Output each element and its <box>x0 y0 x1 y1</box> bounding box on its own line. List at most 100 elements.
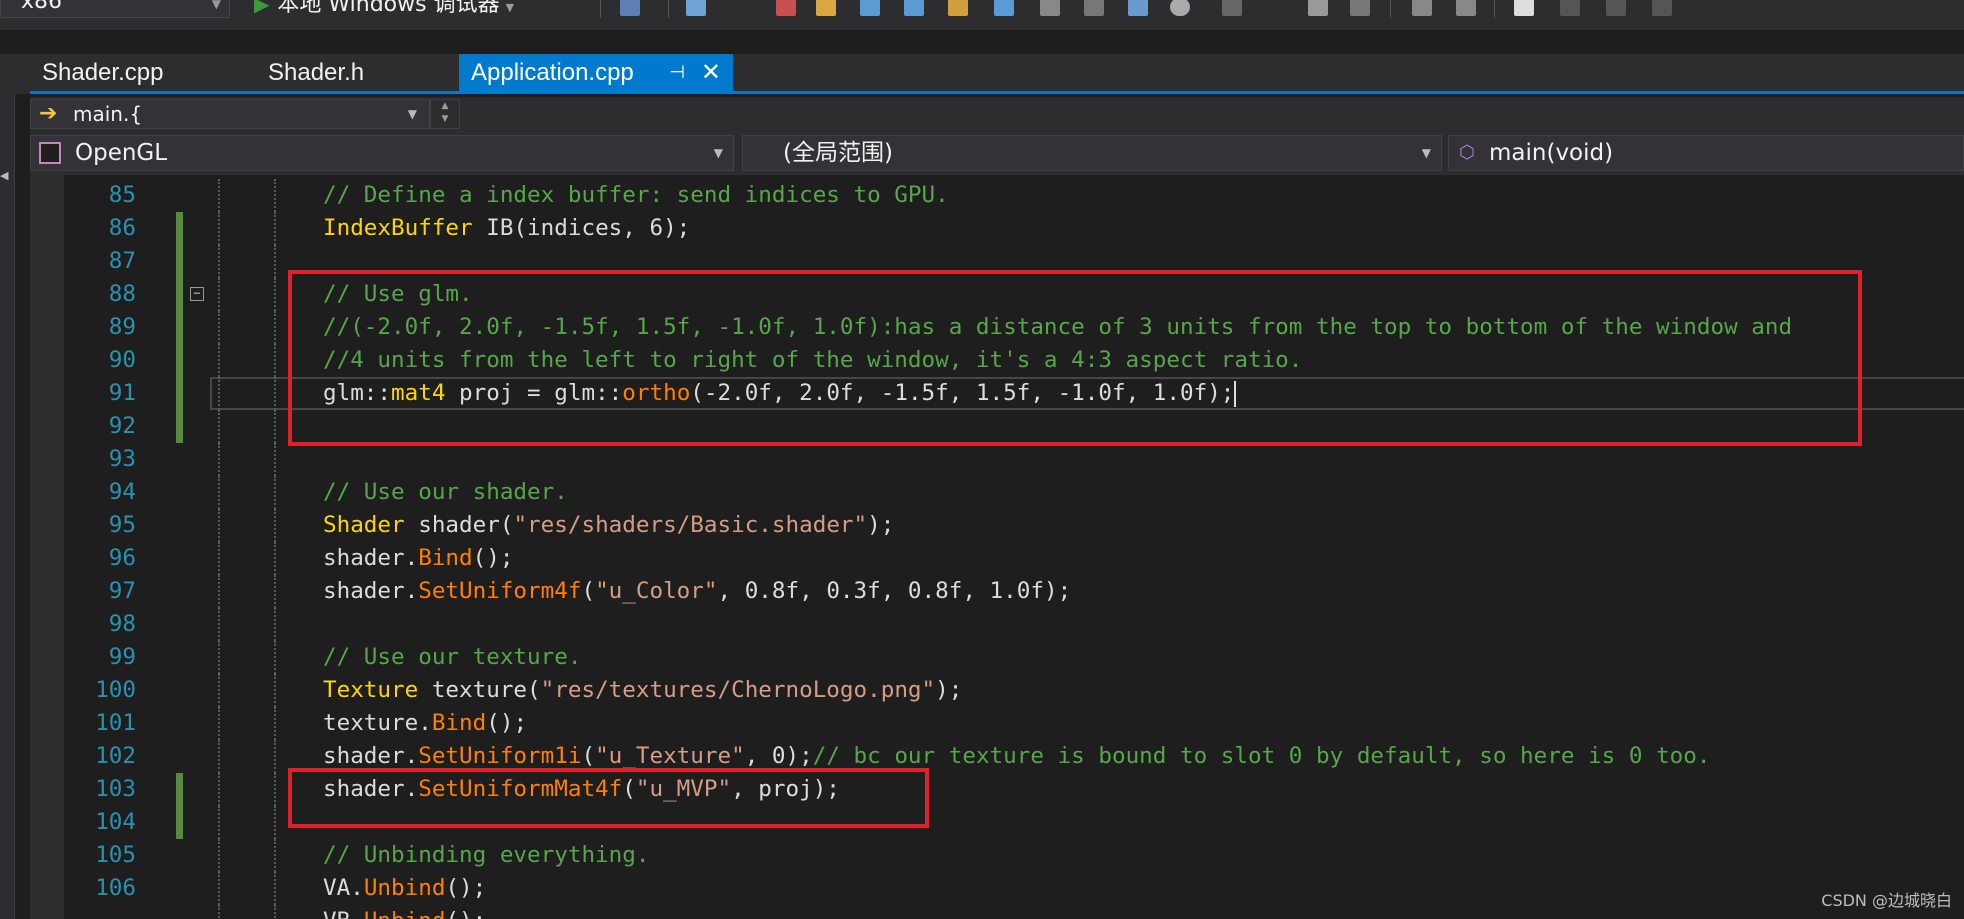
chevron-down-icon: ▼ <box>407 107 417 121</box>
search-icon[interactable] <box>860 0 880 16</box>
line-number: 104 <box>95 809 136 835</box>
code-line[interactable]: 94 // Use our shader. <box>64 476 1964 509</box>
code-line[interactable]: VB.Unbind(); <box>64 905 1964 919</box>
code-token: shader. <box>323 776 419 802</box>
close-icon[interactable]: ✕ <box>701 54 721 91</box>
code-line[interactable]: 103 shader.SetUniformMat4f("u_MVP", proj)… <box>64 773 1964 806</box>
tab-shader-cpp[interactable]: Shader.cpp <box>30 54 250 91</box>
project-dropdown[interactable]: OpenGL ▼ <box>30 135 734 171</box>
code-line[interactable]: 93 <box>64 443 1964 476</box>
window-icon[interactable] <box>1128 0 1148 16</box>
left-tool-strip: ◀ <box>0 54 15 919</box>
scope-dropdown[interactable]: (全局范围) ▼ <box>742 135 1442 171</box>
code-line[interactable]: 88 − // Use glm. <box>64 278 1964 311</box>
code-token: IndexBuffer <box>323 215 473 241</box>
start-debugging-button[interactable]: ▶ 本地 Windows 调试器 ▼ <box>254 0 514 18</box>
code-line[interactable]: 90 //4 units from the left to right of th… <box>64 344 1964 377</box>
toolbar-separator <box>1390 0 1391 18</box>
clear-bookmarks-icon[interactable] <box>1652 0 1672 16</box>
indent-guide <box>274 806 276 839</box>
stack-frame-spinner[interactable]: ▲ ▼ <box>430 99 460 129</box>
format-icon[interactable] <box>1222 0 1242 16</box>
indent-guide <box>218 278 220 311</box>
code-token: texture( <box>418 677 541 703</box>
code-token: (-2.0f, 2.0f, -1.5f, 1.5f, -1.0f, 1.0f); <box>690 380 1235 406</box>
code-token: VB. <box>323 908 364 919</box>
code-token: IB(indices, 6); <box>472 215 691 241</box>
code-line[interactable]: 106 VA.Unbind(); <box>64 872 1964 905</box>
comment-icon[interactable] <box>1308 0 1328 16</box>
tab-shader-h[interactable]: Shader.h <box>256 54 456 91</box>
code-line[interactable]: 87 <box>64 245 1964 278</box>
uncomment-icon[interactable] <box>1350 0 1370 16</box>
code-line[interactable]: 89 //(-2.0f, 2.0f, -1.5f, 1.5f, -1.0f, 1.… <box>64 311 1964 344</box>
code-line[interactable]: 104 <box>64 806 1964 839</box>
collapse-region-icon[interactable]: − <box>190 287 204 301</box>
stack-frame-dropdown[interactable]: ➔ main.{ ▼ <box>30 99 430 129</box>
code-line[interactable]: 91 glm::mat4 proj = glm::ortho(-2.0f, 2.0… <box>64 377 1964 410</box>
zoom-icon[interactable] <box>904 0 924 16</box>
home-icon[interactable] <box>686 0 706 16</box>
tab-label: Shader.cpp <box>42 59 164 86</box>
code-token: mat4 <box>391 380 446 406</box>
code-text: // Use glm. <box>323 278 473 311</box>
record-icon[interactable] <box>1170 0 1190 16</box>
gear-icon[interactable] <box>776 0 796 16</box>
indent-guide <box>274 872 276 905</box>
find-icon[interactable] <box>620 0 640 16</box>
code-token: "res/textures/ChernoLogo.png" <box>540 677 936 703</box>
member-dropdown[interactable]: ⬡ main(void) <box>1448 135 1964 171</box>
code-line[interactable]: 102 shader.SetUniform1i("u_Texture", 0);/… <box>64 740 1964 773</box>
line-number: 87 <box>108 248 136 274</box>
change-marker <box>176 212 183 245</box>
code-line[interactable]: 96 shader.Bind(); <box>64 542 1964 575</box>
line-number: 102 <box>95 743 136 769</box>
collapse-icon[interactable]: ◀ <box>0 169 8 182</box>
member-value: main(void) <box>1489 140 1614 166</box>
indent-guide <box>274 740 276 773</box>
code-line[interactable]: 99 // Use our texture. <box>64 641 1964 674</box>
select-icon[interactable] <box>1040 0 1060 16</box>
code-text: VA.Unbind(); <box>323 872 486 905</box>
outdent-icon[interactable] <box>1412 0 1432 16</box>
code-token: ortho <box>622 380 691 406</box>
main-toolbar: x86 ▼ ▶ 本地 Windows 调试器 ▼ <box>0 0 1964 31</box>
prev-bookmark-icon[interactable] <box>1560 0 1580 16</box>
code-line[interactable]: 85 // Define a index buffer: send indices… <box>64 179 1964 212</box>
method-icon: ⬡ <box>1459 142 1475 163</box>
spell-icon[interactable] <box>1084 0 1104 16</box>
code-line[interactable]: 100 Texture texture("res/textures/ChernoL… <box>64 674 1964 707</box>
pin-icon[interactable]: ⊣ <box>669 54 685 91</box>
code-line[interactable]: 98 <box>64 608 1964 641</box>
code-text: // Define a index buffer: send indices t… <box>323 179 949 212</box>
indent-guide <box>218 245 220 278</box>
indent-icon[interactable] <box>1456 0 1476 16</box>
code-line[interactable]: 101 texture.Bind(); <box>64 707 1964 740</box>
code-token: // Use glm. <box>323 281 473 307</box>
code-text: shader.SetUniform4f("u_Color", 0.8f, 0.3… <box>323 575 1071 608</box>
line-number: 88 <box>108 281 136 307</box>
code-line[interactable]: 92 <box>64 410 1964 443</box>
diagram-icon[interactable] <box>948 0 968 16</box>
code-line[interactable]: 86 IndexBuffer IB(indices, 6); <box>64 212 1964 245</box>
code-token: Texture <box>323 677 419 703</box>
tab-label: Shader.h <box>268 59 365 86</box>
code-line[interactable]: 105 // Unbinding everything. <box>64 839 1964 872</box>
code-token: glm:: <box>323 380 392 406</box>
next-bookmark-icon[interactable] <box>1606 0 1626 16</box>
indent-guide <box>218 212 220 245</box>
tab-application-cpp[interactable]: Application.cpp ⊣ ✕ <box>459 54 733 91</box>
bookmark-icon[interactable] <box>1514 0 1534 16</box>
code-token: ); <box>867 512 895 538</box>
indent-guide <box>218 410 220 443</box>
code-editor[interactable]: 85 // Define a index buffer: send indices… <box>64 175 1964 919</box>
line-number: 97 <box>108 578 136 604</box>
line-number: 94 <box>108 479 136 505</box>
line-number: 96 <box>108 545 136 571</box>
folder-icon[interactable] <box>816 0 836 16</box>
share-icon[interactable] <box>994 0 1014 16</box>
code-line[interactable]: 95 Shader shader("res/shaders/Basic.shade… <box>64 509 1964 542</box>
code-token: SetUniformMat4f <box>418 776 623 802</box>
platform-dropdown[interactable]: x86 ▼ <box>0 0 230 18</box>
code-line[interactable]: 97 shader.SetUniform4f("u_Color", 0.8f, 0… <box>64 575 1964 608</box>
